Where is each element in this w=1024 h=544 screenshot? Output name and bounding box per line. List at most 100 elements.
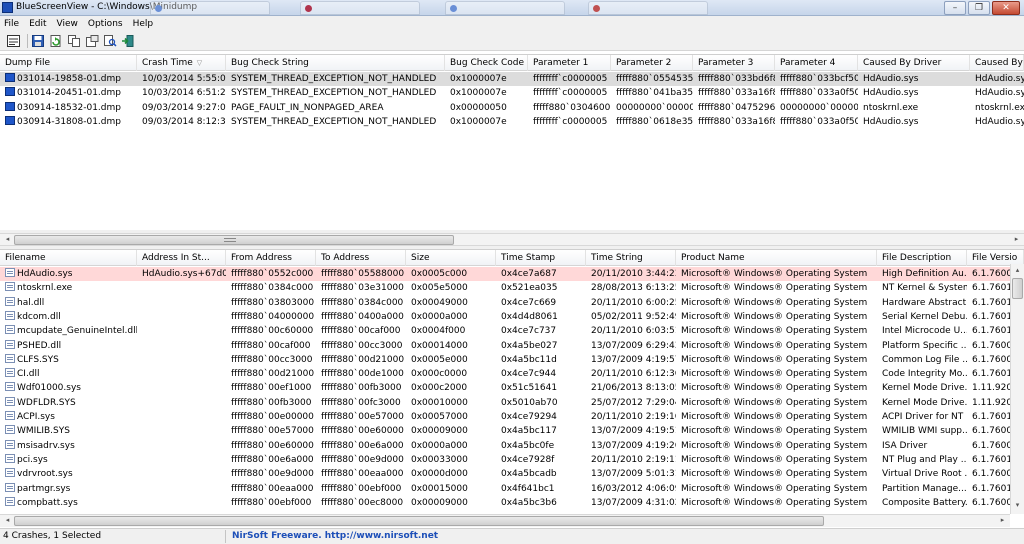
module-list-vscrollbar[interactable]: ▴ ▾ <box>1010 264 1024 514</box>
cell-from-address: fffff880`00ef1000 <box>226 381 316 395</box>
col-from-address[interactable]: From Address <box>226 250 316 266</box>
cell-product-name: Microsoft® Windows® Operating System <box>676 396 877 410</box>
properties-icon[interactable] <box>6 34 20 48</box>
cell-bug-check-string: PAGE_FAULT_IN_NONPAGED_AREA <box>226 101 445 115</box>
module-row[interactable]: PSHED.dll fffff880`00caf000 fffff880`00cc3… <box>0 339 1024 353</box>
cell-time-string: 16/03/2012 4:06:09... <box>586 482 676 496</box>
save-icon[interactable] <box>31 34 45 48</box>
col-address-in-stack[interactable]: Address In St... <box>137 250 226 266</box>
cell-size: 0x0005c000 <box>406 267 496 281</box>
minimize-button[interactable]: – <box>944 1 966 15</box>
col-crash-time[interactable]: Crash Time ▽ <box>137 55 226 71</box>
menu-file[interactable]: File <box>4 19 19 29</box>
crash-list-hscrollbar[interactable]: ◂ ▸ <box>0 233 1024 246</box>
cell-text: Microsoft® Windows® Operating System <box>681 397 868 408</box>
module-row[interactable]: Wdf01000.sys fffff880`00ef1000 fffff880`00… <box>0 381 1024 395</box>
cell-text: 20/11/2010 6:12:36... <box>591 369 676 380</box>
col-parameter-4[interactable]: Parameter 4 <box>775 55 858 71</box>
module-row[interactable]: ACPI.sys fffff880`00e00000 fffff880`00e570… <box>0 410 1024 424</box>
cell-file-description: Code Integrity Mo... <box>877 367 967 381</box>
col-caused-by-driver[interactable]: Caused By Driver <box>858 55 970 71</box>
cell-text: Common Log File ... <box>882 354 967 365</box>
cell-filename: ntoskrnl.exe <box>0 281 137 295</box>
copy-icon[interactable] <box>67 34 81 48</box>
cell-time-stamp: 0x4ce7c737 <box>496 324 586 338</box>
module-row[interactable]: mcupdate_GenuineIntel.dll fffff880`00c600… <box>0 324 1024 338</box>
cell-file-description: Common Log File ... <box>877 353 967 367</box>
col-bug-check-string[interactable]: Bug Check String <box>226 55 445 71</box>
cell-product-name: Microsoft® Windows® Operating System <box>676 381 877 395</box>
col-to-address[interactable]: To Address <box>316 250 406 266</box>
scrollbar-thumb[interactable] <box>14 235 454 245</box>
scroll-right-icon[interactable]: ▸ <box>1010 234 1023 245</box>
module-row[interactable]: partmgr.sys fffff880`00eaa000 fffff880`00e… <box>0 482 1024 496</box>
module-row[interactable]: ntoskrnl.exe fffff880`0384c000 fffff880`03… <box>0 281 1024 295</box>
col-time-string[interactable]: Time String <box>586 250 676 266</box>
cell-address-in-stack <box>137 453 226 467</box>
module-row[interactable]: compbatt.sys fffff880`00ebf000 fffff880`00… <box>0 496 1024 510</box>
module-row[interactable]: WDFLDR.SYS fffff880`00fb3000 fffff880`00fc… <box>0 396 1024 410</box>
module-row[interactable]: pci.sys fffff880`00e6a000 fffff880`00e9d00… <box>0 453 1024 467</box>
scroll-right-icon[interactable]: ▸ <box>996 515 1009 526</box>
scroll-left-icon[interactable]: ◂ <box>1 515 14 526</box>
menu-options[interactable]: Options <box>88 19 123 29</box>
cell-text: fffff880`033a16f8 <box>698 116 775 127</box>
col-time-stamp[interactable]: Time Stamp <box>496 250 586 266</box>
module-row[interactable]: hal.dll fffff880`03803000 fffff880`0384c00… <box>0 296 1024 310</box>
cell-text: Serial Kernel Debu... <box>882 311 967 322</box>
refresh-icon[interactable] <box>49 34 63 48</box>
cell-filename: hal.dll <box>0 296 137 310</box>
find-icon[interactable] <box>103 34 117 48</box>
scrollbar-thumb[interactable] <box>14 516 824 526</box>
module-row[interactable]: vdrvroot.sys fffff880`00e9d000 fffff880`00… <box>0 467 1024 481</box>
module-row[interactable]: kdcom.dll fffff880`04000000 fffff880`0400a… <box>0 310 1024 324</box>
col-file-description[interactable]: File Description <box>877 250 967 266</box>
cell-size: 0x00009000 <box>406 496 496 510</box>
menu-edit[interactable]: Edit <box>29 19 46 29</box>
module-row[interactable]: CLFS.SYS fffff880`00cc3000 fffff880`00d210… <box>0 353 1024 367</box>
col-parameter-1[interactable]: Parameter 1 <box>528 55 611 71</box>
cell-crash-time: 09/03/2014 9:27:03... <box>137 101 226 115</box>
module-row[interactable]: WMILIB.SYS fffff880`00e57000 fffff880`00e6… <box>0 424 1024 438</box>
crash-row[interactable]: 031014-20451-01.dmp 10/03/2014 6:51:26...… <box>0 86 1024 100</box>
cell-text: fffff880`00d21000 <box>321 354 405 365</box>
col-parameter-3[interactable]: Parameter 3 <box>693 55 775 71</box>
scroll-up-icon[interactable]: ▴ <box>1011 265 1024 276</box>
module-row[interactable]: CI.dll fffff880`00d21000 fffff880`00de1000… <box>0 367 1024 381</box>
menu-view[interactable]: View <box>57 19 78 29</box>
col-size[interactable]: Size <box>406 250 496 266</box>
col-filename[interactable]: Filename <box>0 250 137 266</box>
col-caused-by-address[interactable]: Caused By A <box>970 55 1024 71</box>
module-list-hscrollbar[interactable]: ◂ ▸ <box>0 514 1010 527</box>
options-icon[interactable] <box>85 34 99 48</box>
crash-list-header: Dump File Crash Time ▽ Bug Check String B… <box>0 55 1024 71</box>
exit-icon[interactable] <box>121 34 135 48</box>
crash-row[interactable]: 030914-31808-01.dmp 09/03/2014 8:12:31...… <box>0 115 1024 129</box>
maximize-button[interactable]: ❐ <box>968 1 990 15</box>
cell-dump-file: 031014-19858-01.dmp <box>0 72 137 86</box>
col-dump-file[interactable]: Dump File <box>0 55 137 71</box>
menu-help[interactable]: Help <box>133 19 154 29</box>
scrollbar-thumb[interactable] <box>1012 278 1023 299</box>
cell-text: 0x00049000 <box>411 297 468 308</box>
cell-text: fffff880`0384c000 <box>321 297 404 308</box>
module-row[interactable]: msisadrv.sys fffff880`00e60000 fffff880`00… <box>0 439 1024 453</box>
crash-row[interactable]: 031014-19858-01.dmp 10/03/2014 5:55:04...… <box>0 72 1024 86</box>
col-parameter-2[interactable]: Parameter 2 <box>611 55 693 71</box>
cell-bug-check-code: 0x00000050 <box>445 101 528 115</box>
cell-time-stamp: 0x4a5bc11d <box>496 353 586 367</box>
close-button[interactable]: ✕ <box>992 1 1020 15</box>
col-bug-check-code[interactable]: Bug Check Code <box>445 55 528 71</box>
cell-text: 20/11/2010 3:44:23... <box>591 269 676 279</box>
scroll-down-icon[interactable]: ▾ <box>1011 500 1024 511</box>
nirsoft-link[interactable]: NirSoft Freeware. http://www.nirsoft.net <box>232 531 438 541</box>
cell-size: 0x00015000 <box>406 482 496 496</box>
scroll-left-icon[interactable]: ◂ <box>1 234 14 245</box>
col-product-name[interactable]: Product Name <box>676 250 877 266</box>
crash-row[interactable]: 030914-18532-01.dmp 09/03/2014 9:27:03...… <box>0 101 1024 115</box>
module-row[interactable]: HdAudio.sys HdAudio.sys+67d0 fffff880`0552… <box>0 267 1024 281</box>
cell-text: fffff880`00ebf000 <box>231 497 312 508</box>
cell-time-string: 05/02/2011 9:52:49... <box>586 310 676 324</box>
file-icon <box>5 453 15 463</box>
cell-time-string: 13/07/2009 6:29:43... <box>586 339 676 353</box>
